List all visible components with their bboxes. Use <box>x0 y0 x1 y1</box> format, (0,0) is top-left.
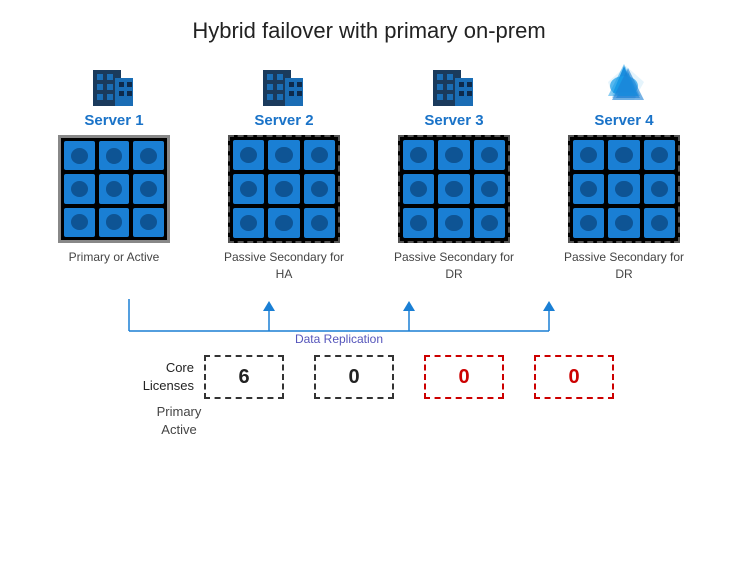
licenses-boxes: 6 0 0 0 <box>204 355 614 399</box>
cpu-chip <box>304 208 335 238</box>
cpu-chip <box>304 174 335 204</box>
cpu-chip <box>233 208 264 238</box>
server1-building-icon <box>89 54 139 108</box>
cpu-chip <box>573 174 604 204</box>
replication-area: Data Replication <box>59 299 679 347</box>
cpu-chip <box>99 141 130 170</box>
cpu-chip <box>64 141 95 170</box>
server3-label: Server 3 <box>424 112 483 129</box>
cpu-chip <box>133 141 164 170</box>
server3-cpu-box <box>398 135 510 243</box>
cpu-chip <box>573 208 604 238</box>
primary-active-label: Primary Active <box>157 404 202 437</box>
cpu-chip <box>474 208 505 238</box>
cpu-chip <box>474 140 505 170</box>
server2-cpu-box <box>228 135 340 243</box>
server-col-1: Server 1 Primary or Active <box>44 54 184 297</box>
cpu-chip <box>233 174 264 204</box>
cpu-chip <box>474 174 505 204</box>
cpu-chip <box>608 140 639 170</box>
core-licenses-label: Core Licenses <box>124 359 194 395</box>
server3-building-icon <box>429 54 479 108</box>
servers-row: Server 1 Primary or Active <box>44 54 694 297</box>
cpu-chip <box>304 140 335 170</box>
page-title: Hybrid failover with primary on-prem <box>192 18 545 44</box>
cpu-chip <box>644 140 675 170</box>
license-box-server1: 6 <box>204 355 284 399</box>
cpu-chip <box>233 140 264 170</box>
license-box-server3: 0 <box>424 355 504 399</box>
cpu-chip <box>64 208 95 237</box>
cpu-chip <box>64 174 95 203</box>
server2-label: Server 2 <box>254 112 313 129</box>
server1-label: Server 1 <box>84 112 143 129</box>
server2-desc: Passive Secondary for HA <box>214 249 354 297</box>
server-col-2: Server 2 Passive Secondary for HA <box>214 54 354 297</box>
cpu-chip <box>268 174 299 204</box>
cpu-chip <box>438 140 469 170</box>
cpu-chip <box>438 208 469 238</box>
licenses-section: Core Licenses 6 0 0 0 <box>124 355 614 399</box>
main-content: Server 1 Primary or Active <box>0 54 738 565</box>
cpu-chip <box>608 174 639 204</box>
license-box-server2: 0 <box>314 355 394 399</box>
server4-desc: Passive Secondary for DR <box>554 249 694 297</box>
server4-label: Server 4 <box>594 112 653 129</box>
cpu-chip <box>644 208 675 238</box>
server4-cpu-box <box>568 135 680 243</box>
cpu-chip <box>403 208 434 238</box>
cpu-chip <box>133 174 164 203</box>
svg-text:Data Replication: Data Replication <box>295 332 383 346</box>
cpu-chip <box>403 140 434 170</box>
cpu-chip <box>403 174 434 204</box>
replication-arrows-svg: Data Replication <box>59 299 679 347</box>
cpu-chip <box>644 174 675 204</box>
server3-desc: Passive Secondary for DR <box>384 249 524 297</box>
cpu-chip <box>133 208 164 237</box>
primary-active-area: Primary Active <box>59 403 679 439</box>
server-col-4: Server 4 Passive Secondary for DR <box>554 54 694 297</box>
cpu-chip <box>268 208 299 238</box>
server1-cpu-box <box>58 135 170 243</box>
cpu-chip <box>573 140 604 170</box>
server4-cloud-icon <box>598 54 650 108</box>
cpu-chip <box>438 174 469 204</box>
cpu-chip <box>99 208 130 237</box>
server-col-3: Server 3 Passive Secondary for DR <box>384 54 524 297</box>
cpu-chip <box>608 208 639 238</box>
license-box-server4: 0 <box>534 355 614 399</box>
server2-building-icon <box>259 54 309 108</box>
cpu-chip <box>268 140 299 170</box>
server1-desc: Primary or Active <box>69 249 160 297</box>
cpu-chip <box>99 174 130 203</box>
